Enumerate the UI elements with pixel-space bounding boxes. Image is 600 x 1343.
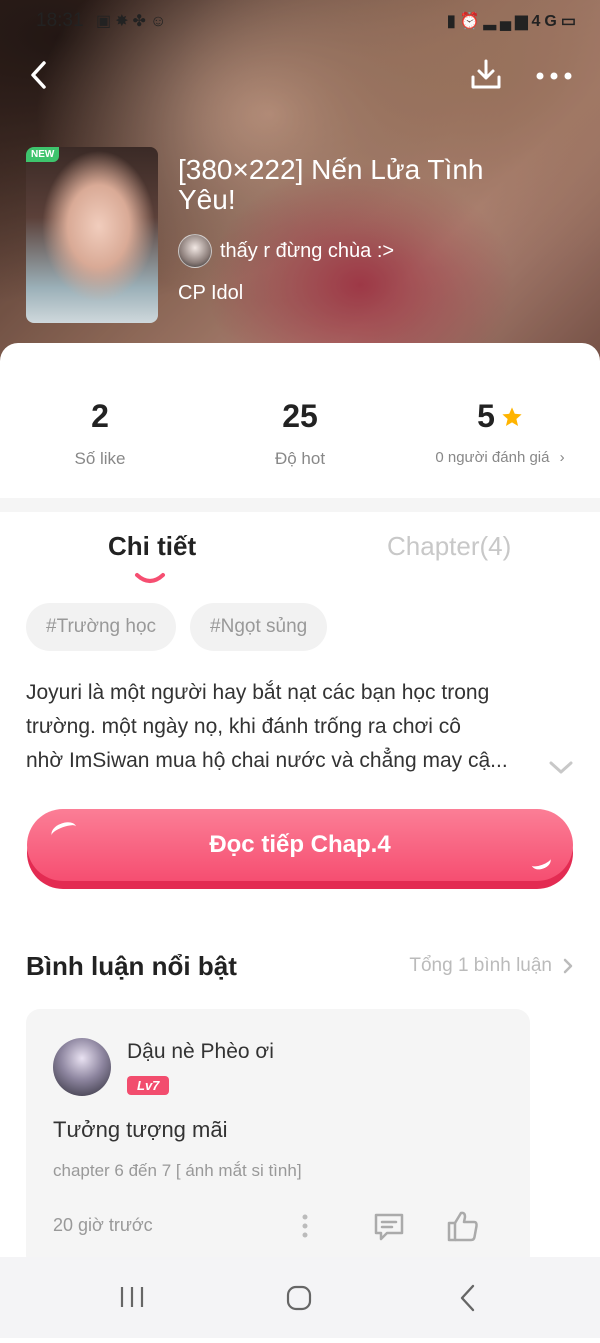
stat-likes: 2 Số like — [0, 398, 200, 469]
continue-reading-label: Đọc tiếp Chap.4 — [209, 831, 391, 858]
stat-rating[interactable]: 5 0 người đánh giá › — [400, 398, 600, 466]
hot-value: 25 — [282, 398, 318, 434]
commenter-avatar[interactable] — [53, 1038, 111, 1096]
chevron-right-icon — [563, 958, 573, 974]
story-category: CP Idol — [178, 282, 244, 304]
description-line: Joyuri là một người hay bắt nạt các bạn … — [26, 681, 490, 704]
author-link[interactable]: thấy r đừng chùa :> — [178, 234, 394, 268]
tag-item[interactable]: #Trường học — [26, 603, 177, 651]
description-line: trường. một ngày nọ, khi đánh trống ra c… — [26, 715, 461, 738]
stats-row: 2 Số like 25 Độ hot 5 0 người đánh giá › — [0, 343, 600, 498]
clover-icon: ✤ — [132, 13, 150, 30]
comment-chapter: chapter 6 đến 7 [ ánh mắt si tình] — [53, 1161, 302, 1180]
status-right-icons: ▮⏰▂▄▆4G▭ — [447, 11, 580, 31]
signal-icon: ▂▄▆ — [483, 13, 532, 30]
author-avatar — [178, 234, 212, 268]
comments-header: Bình luận nổi bật Tổng 1 bình luận — [26, 949, 574, 989]
tab-detail[interactable]: Chi tiết — [108, 531, 196, 562]
reply-icon[interactable] — [373, 1212, 405, 1242]
tag-item[interactable]: #Ngọt sủng — [190, 603, 328, 651]
likes-value: 2 — [91, 398, 109, 434]
status-left-icons: ▣✸✤☺ — [96, 11, 170, 31]
level-badge: Lv7 — [127, 1076, 170, 1095]
cover-image[interactable]: NEW — [26, 147, 158, 323]
continue-reading-button[interactable]: Đọc tiếp Chap.4 — [27, 809, 573, 889]
tag-list: #Trường học #Ngọt sủng — [26, 603, 328, 651]
comment-text: Tưởng tượng mãi — [53, 1117, 228, 1142]
tab-bar: Chi tiết Chapter(4) — [0, 523, 600, 583]
more-vertical-icon[interactable] — [301, 1213, 309, 1239]
top-toolbar — [0, 55, 600, 99]
section-divider — [0, 498, 600, 512]
commenter-name[interactable]: Dậu nè Phèo ơi — [127, 1040, 274, 1064]
description-line: nhờ ImSiwan mua hộ chai nước và chẳng ma… — [26, 749, 508, 772]
battery-saver-icon: ▮ — [446, 13, 460, 30]
rating-value: 5 — [477, 398, 495, 434]
recent-apps-icon[interactable] — [118, 1285, 146, 1309]
comment-time: 20 giờ trước — [53, 1215, 153, 1235]
chevron-right-icon: › — [559, 449, 565, 466]
nav-back-icon[interactable] — [458, 1283, 478, 1313]
stat-hot: 25 Độ hot — [200, 398, 400, 469]
battery-icon: ▭ — [560, 13, 580, 30]
status-time: 18:31 — [36, 10, 84, 31]
status-bar: 18:31 ▣✸✤☺ ▮⏰▂▄▆4G▭ — [0, 8, 600, 34]
likes-label: Số like — [74, 449, 126, 468]
comments-total-link[interactable]: Tổng 1 bình luận — [409, 955, 574, 977]
new-badge: NEW — [26, 147, 60, 162]
system-nav-bar — [0, 1257, 600, 1338]
expand-chevron-icon[interactable] — [548, 760, 574, 776]
alarm-icon: ⏰ — [459, 13, 484, 30]
story-description[interactable]: Joyuri là một người hay bắt nạt các bạn … — [26, 676, 566, 778]
comment-card: Dậu nè Phèo ơi Lv7 Tưởng tượng mãi chapt… — [26, 1009, 530, 1269]
more-icon[interactable] — [534, 57, 574, 93]
bug-icon: ✸ — [115, 13, 133, 30]
author-name: thấy r đừng chùa :> — [220, 239, 395, 262]
download-icon[interactable] — [468, 57, 504, 93]
back-icon[interactable] — [24, 57, 60, 93]
star-icon — [502, 406, 522, 426]
comments-title: Bình luận nổi bật — [26, 951, 237, 981]
image-icon: ▣ — [96, 13, 116, 30]
tab-chapter[interactable]: Chapter(4) — [387, 531, 511, 562]
emoji-icon: ☺ — [149, 13, 171, 30]
home-icon[interactable] — [285, 1284, 313, 1312]
like-icon[interactable] — [446, 1209, 480, 1243]
content-sheet: 2 Số like 25 Độ hot 5 0 người đánh giá ›… — [0, 343, 600, 1343]
network-label: 4G — [531, 13, 561, 30]
rating-count-label: 0 người đánh giá — [435, 449, 550, 466]
story-title: [380×222] Nến Lửa Tình Yêu! — [178, 154, 484, 215]
tab-indicator — [135, 573, 165, 583]
hot-label: Độ hot — [274, 449, 326, 468]
comments-total: Tổng 1 bình luận — [409, 955, 552, 976]
